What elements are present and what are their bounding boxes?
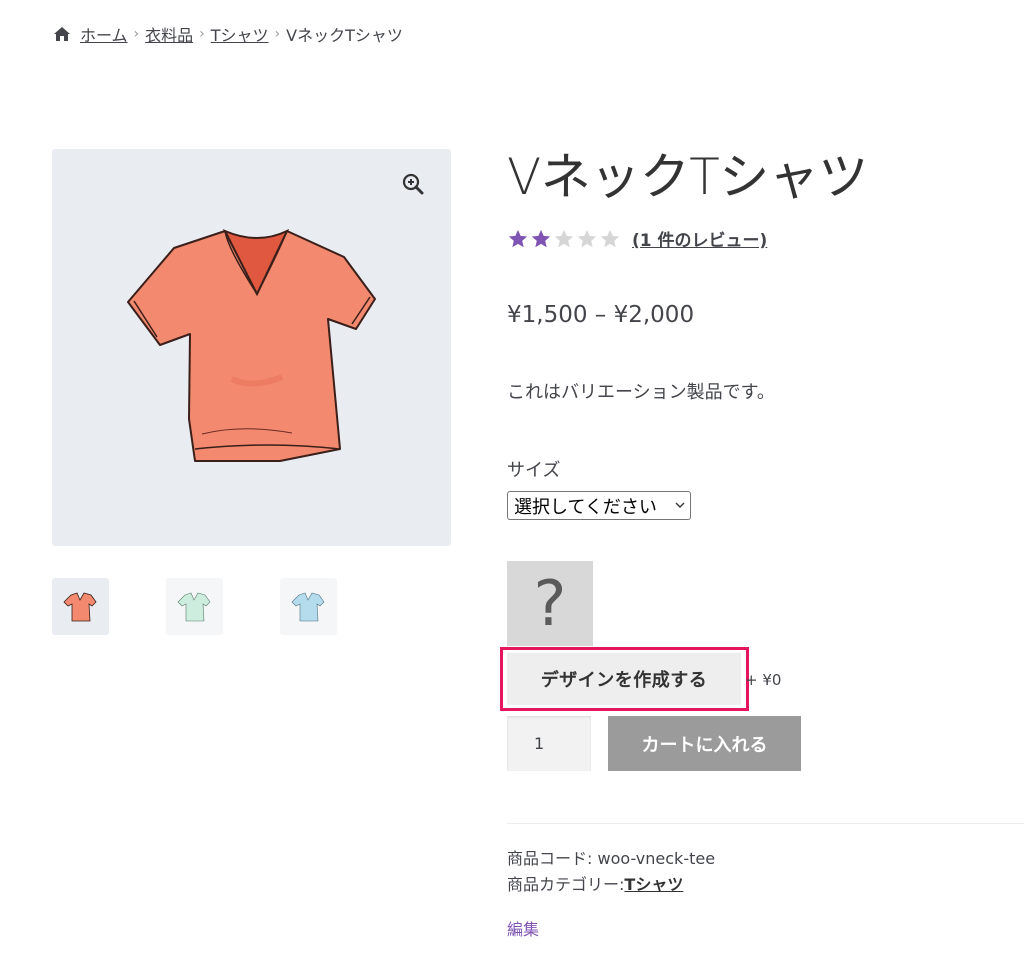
stars — [507, 228, 622, 250]
breadcrumb-separator: › — [133, 26, 140, 42]
product-title: VネックTシャツ — [507, 148, 868, 206]
breadcrumb-item-home[interactable]: ホーム — [80, 22, 128, 46]
coral-vneck-tshirt-image — [127, 228, 376, 462]
category-link[interactable]: Tシャツ — [624, 875, 683, 894]
size-label: サイズ — [507, 460, 561, 481]
category-label: 商品カテゴリー: — [507, 875, 625, 894]
breadcrumb-current: VネックTシャツ — [286, 26, 403, 45]
zoom-button[interactable] — [398, 169, 428, 199]
divider — [507, 823, 1024, 824]
star-empty-icon — [577, 229, 597, 247]
sku-value: woo-vneck-tee — [597, 849, 716, 868]
sku-label: 商品コード: — [507, 849, 593, 868]
design-placeholder-image: ? — [507, 561, 593, 646]
star-empty-icon — [600, 229, 620, 247]
product-description: これはバリエーション製品です。 — [507, 382, 775, 403]
star-filled-icon — [531, 229, 551, 247]
product-category: 商品カテゴリー:Tシャツ — [507, 871, 683, 895]
product-sku: 商品コード: woo-vneck-tee — [507, 845, 715, 869]
thumbnail-coral[interactable] — [52, 578, 109, 635]
home-icon — [54, 27, 70, 41]
coral-vneck-tshirt-thumb — [63, 592, 97, 622]
breadcrumb-item-clothing[interactable]: 衣料品 — [145, 22, 193, 46]
addon-price: + ¥0 — [745, 671, 782, 689]
zoom-in-icon — [402, 173, 424, 195]
add-to-cart-button[interactable]: カートに入れる — [608, 716, 801, 771]
blue-vneck-tshirt-thumb — [291, 592, 325, 622]
thumbnail-mint[interactable] — [166, 578, 223, 635]
star-filled-icon — [508, 229, 528, 247]
breadcrumb-item-tshirts[interactable]: Tシャツ — [211, 22, 269, 46]
size-select-value: 選択してください — [514, 496, 657, 518]
breadcrumb-separator: › — [199, 26, 205, 42]
chevron-down-icon — [675, 502, 685, 508]
create-design-button[interactable]: デザインを作成する — [507, 653, 741, 705]
thumbnail-blue[interactable] — [280, 578, 337, 635]
review-link[interactable]: (1 件のレビュー) — [632, 226, 767, 251]
breadcrumb: ホーム › 衣料品 › Tシャツ › VネックTシャツ — [53, 22, 403, 46]
breadcrumb-separator: › — [274, 26, 281, 42]
price-range: ¥1,500 – ¥2,000 — [507, 302, 695, 328]
quantity-input[interactable]: 1 — [507, 716, 591, 771]
star-empty-icon — [554, 229, 574, 247]
product-main-image[interactable] — [52, 149, 451, 546]
size-select[interactable]: 選択してください — [507, 491, 691, 520]
mint-vneck-tshirt-thumb — [177, 592, 211, 622]
star-rating: (1 件のレビュー) — [507, 226, 767, 251]
question-mark-icon: ? — [533, 567, 567, 640]
edit-link[interactable]: 編集 — [507, 916, 539, 940]
